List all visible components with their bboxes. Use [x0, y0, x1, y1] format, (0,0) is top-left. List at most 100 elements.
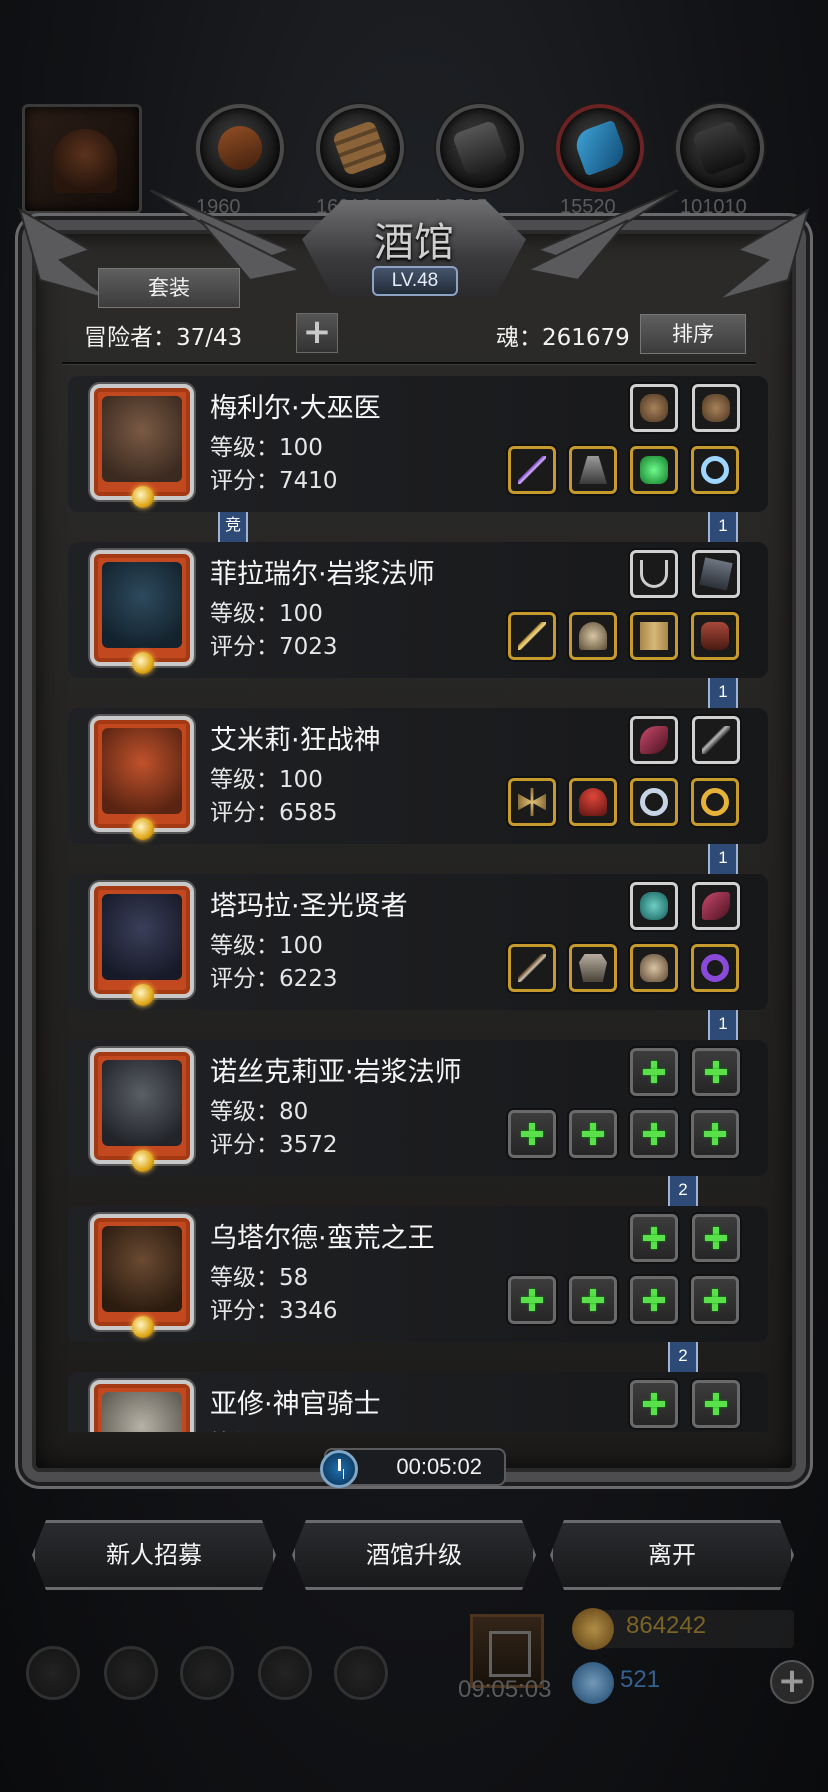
- equipment-slot[interactable]: [569, 778, 617, 826]
- equipment-slot[interactable]: [630, 550, 678, 598]
- hero-name: 诺丝克莉亚·岩浆法师: [210, 1057, 462, 1088]
- equipment-slot[interactable]: [630, 716, 678, 764]
- hero-score: 评分：6585: [210, 800, 338, 826]
- hero-level: 等级：: [210, 1424, 279, 1432]
- equipment-slot[interactable]: [630, 778, 678, 826]
- equipment-slot[interactable]: [508, 778, 556, 826]
- empty-equipment-slot[interactable]: [692, 1380, 740, 1428]
- hero-portrait[interactable]: [90, 1214, 194, 1338]
- hero-silhouette-icon: [53, 129, 117, 193]
- empty-equipment-slot[interactable]: [569, 1276, 617, 1324]
- necklace-icon: [640, 560, 668, 588]
- hero-card[interactable]: 艾米莉·狂战神 等级：100 评分：6585: [68, 708, 768, 844]
- hero-card[interactable]: 梅利尔·大巫医 等级：100 评分：7410: [68, 376, 768, 512]
- equipment-slot[interactable]: [691, 446, 739, 494]
- sapphire-ring-icon: [701, 456, 729, 484]
- equipment-slot[interactable]: [630, 882, 678, 930]
- plus-icon: [705, 1061, 727, 1083]
- add-slot-button[interactable]: +: [296, 313, 338, 353]
- hero-portrait[interactable]: [90, 1380, 194, 1432]
- hero-name: 梅利尔·大巫医: [210, 393, 381, 424]
- empty-equipment-slot[interactable]: [630, 1110, 678, 1158]
- equipment-slot[interactable]: [569, 944, 617, 992]
- hero-card[interactable]: 亚修·神官骑士等级：: [68, 1372, 768, 1432]
- hero-face: [102, 728, 182, 814]
- empty-equipment-slot[interactable]: [508, 1110, 556, 1158]
- guild-icon[interactable]: [334, 1646, 388, 1700]
- sort-button[interactable]: 排序: [640, 314, 746, 354]
- equipment-slot[interactable]: [692, 384, 740, 432]
- hero-portrait[interactable]: [90, 384, 194, 508]
- resource-crystal-icon: [556, 104, 644, 192]
- crest-icon: [132, 818, 154, 840]
- equipment-slot[interactable]: [569, 612, 617, 660]
- hero-portrait[interactable]: [90, 716, 194, 840]
- plus-icon: [582, 1123, 604, 1145]
- equipment-slot[interactable]: [630, 384, 678, 432]
- hero-card[interactable]: 乌塔尔德·蛮荒之王 等级：58 评分：3346: [68, 1206, 768, 1342]
- equipment-slot[interactable]: [692, 716, 740, 764]
- mail-icon[interactable]: [258, 1646, 312, 1700]
- leave-button[interactable]: 离开: [550, 1520, 794, 1590]
- resource-wood-icon: [316, 104, 404, 192]
- hero-portrait-slot[interactable]: [22, 104, 142, 214]
- hero-card[interactable]: 诺丝克莉亚·岩浆法师 等级：80 评分：3572: [68, 1040, 768, 1176]
- hero-portrait[interactable]: [90, 1048, 194, 1172]
- equipment-slot[interactable]: [508, 612, 556, 660]
- equipment-slot[interactable]: [630, 612, 678, 660]
- empty-equipment-slot[interactable]: [508, 1276, 556, 1324]
- settings-icon[interactable]: [26, 1646, 80, 1700]
- bracer-icon: [701, 622, 729, 650]
- plus-icon: [643, 1061, 665, 1083]
- resource-value: 1960: [196, 196, 241, 218]
- resource-meat-icon: [196, 104, 284, 192]
- empty-equipment-slot[interactable]: [691, 1276, 739, 1324]
- soul-count: 魂：261679: [496, 325, 630, 351]
- hero-card[interactable]: 菲拉瑞尔·岩浆法师 等级：100 评分：7023: [68, 542, 768, 678]
- plus-icon: [582, 1289, 604, 1311]
- wooden-shield-icon: [702, 394, 730, 422]
- hero-name: 艾米莉·狂战神: [210, 725, 381, 756]
- equipment-slot[interactable]: [630, 446, 678, 494]
- empty-equipment-slot[interactable]: [569, 1110, 617, 1158]
- empty-equipment-slot[interactable]: [630, 1048, 678, 1096]
- equipment-slot[interactable]: [508, 944, 556, 992]
- equipment-slot[interactable]: [691, 944, 739, 992]
- equipment-slot[interactable]: [508, 446, 556, 494]
- empty-equipment-slot[interactable]: [691, 1110, 739, 1158]
- resource-value: 15520: [560, 196, 616, 218]
- armor-icon: [579, 954, 607, 982]
- shield-icon[interactable]: [104, 1646, 158, 1700]
- hero-face: [102, 562, 182, 648]
- hero-face: [102, 1392, 182, 1432]
- add-currency-button[interactable]: +: [770, 1660, 814, 1704]
- hero-card[interactable]: 塔玛拉·圣光贤者 等级：100 评分：6223: [68, 874, 768, 1010]
- equipment-slot[interactable]: [692, 550, 740, 598]
- hero-list[interactable]: 梅利尔·大巫医 等级：100 评分：7410 竞 1 菲拉瑞尔·岩浆法师 等级：100 评分：…: [40, 372, 788, 1432]
- equipment-slot[interactable]: [691, 778, 739, 826]
- hero-portrait[interactable]: [90, 882, 194, 1006]
- equipment-slot[interactable]: [569, 446, 617, 494]
- hero-face: [102, 396, 182, 482]
- emerald-amulet-icon: [640, 456, 668, 484]
- empty-equipment-slot[interactable]: [630, 1276, 678, 1324]
- equipment-slot[interactable]: [691, 612, 739, 660]
- plus-icon: [704, 1289, 726, 1311]
- map-icon[interactable]: [180, 1646, 234, 1700]
- plus-icon: [521, 1289, 543, 1311]
- empty-equipment-slot[interactable]: [630, 1214, 678, 1262]
- plus-icon: [705, 1393, 727, 1415]
- empty-equipment-slot[interactable]: [630, 1380, 678, 1428]
- equipment-slot[interactable]: [692, 882, 740, 930]
- hero-portrait[interactable]: [90, 550, 194, 674]
- horn-icon: [702, 892, 730, 920]
- dagger-icon: [702, 726, 730, 754]
- empty-equipment-slot[interactable]: [692, 1048, 740, 1096]
- empty-equipment-slot[interactable]: [692, 1214, 740, 1262]
- spiked-helmet-icon: [579, 622, 607, 650]
- upgrade-tavern-button[interactable]: 酒馆升级: [292, 1520, 536, 1590]
- set-button[interactable]: 套装: [98, 268, 240, 308]
- plus-icon: [643, 1393, 665, 1415]
- recruit-button[interactable]: 新人招募: [32, 1520, 276, 1590]
- equipment-slot[interactable]: [630, 944, 678, 992]
